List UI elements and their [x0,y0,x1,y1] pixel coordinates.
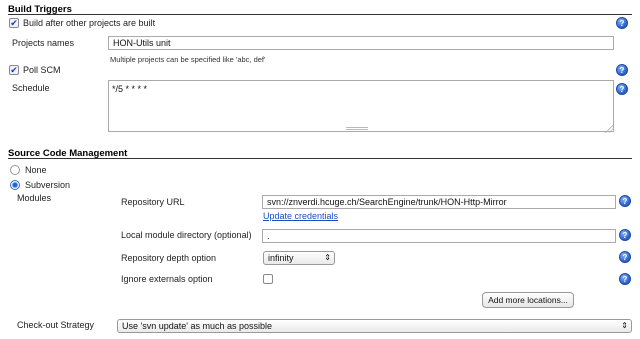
ignore-externals-label: Ignore externals option [121,274,213,284]
select-arrow-icon: ⇕ [621,321,628,330]
repository-depth-select[interactable]: infinity ⇕ [263,251,335,265]
build-triggers-divider [8,14,632,15]
local-module-input[interactable] [262,229,616,243]
scm-subversion-label: Subversion [25,180,71,190]
resize-grip[interactable] [346,127,368,130]
checkout-strategy-value: Use 'svn update' as much as possible [122,321,273,331]
check-icon: ✔ [10,18,18,28]
help-icon[interactable]: ? [616,83,628,95]
schedule-textarea[interactable]: */5 * * * * [108,80,614,132]
local-module-label: Local module directory (optional) [121,230,252,240]
ignore-externals-checkbox[interactable] [263,274,273,284]
help-icon[interactable]: ? [616,64,628,76]
add-more-locations-button[interactable]: Add more locations... [482,292,574,308]
scm-none-radio[interactable] [10,165,20,175]
help-icon[interactable]: ? [619,195,631,207]
build-after-label: Build after other projects are built [23,18,156,28]
scm-subversion-radio[interactable] [10,180,20,190]
help-icon[interactable]: ? [619,273,631,285]
repository-depth-label: Repository depth option [121,253,217,263]
modules-label: Modules [17,193,52,203]
projects-names-input[interactable] [108,36,614,50]
projects-names-hint: Multiple projects can be specified like … [110,55,266,64]
help-icon[interactable]: ? [616,17,628,29]
update-credentials-link[interactable]: Update credentials [263,211,338,221]
poll-scm-checkbox[interactable]: ✔ [9,65,19,75]
repository-depth-value: infinity [268,253,294,263]
schedule-textarea-wrap: */5 * * * * [108,80,614,134]
select-arrow-icon: ⇕ [324,253,331,262]
checkout-strategy-select[interactable]: Use 'svn update' as much as possible ⇕ [117,319,632,333]
help-icon[interactable]: ? [619,229,631,241]
check-icon: ✔ [10,65,18,75]
checkout-strategy-label: Check-out Strategy [17,320,95,330]
projects-names-label: Projects names [12,38,75,48]
help-icon[interactable]: ? [619,251,631,263]
repository-url-input[interactable] [262,195,616,209]
repository-url-label: Repository URL [121,197,185,207]
resize-corner-icon[interactable] [605,125,613,133]
poll-scm-label: Poll SCM [23,65,61,75]
scm-none-label: None [25,165,47,175]
build-after-checkbox[interactable]: ✔ [9,18,19,28]
schedule-label: Schedule [12,83,50,93]
scm-divider [8,158,632,159]
